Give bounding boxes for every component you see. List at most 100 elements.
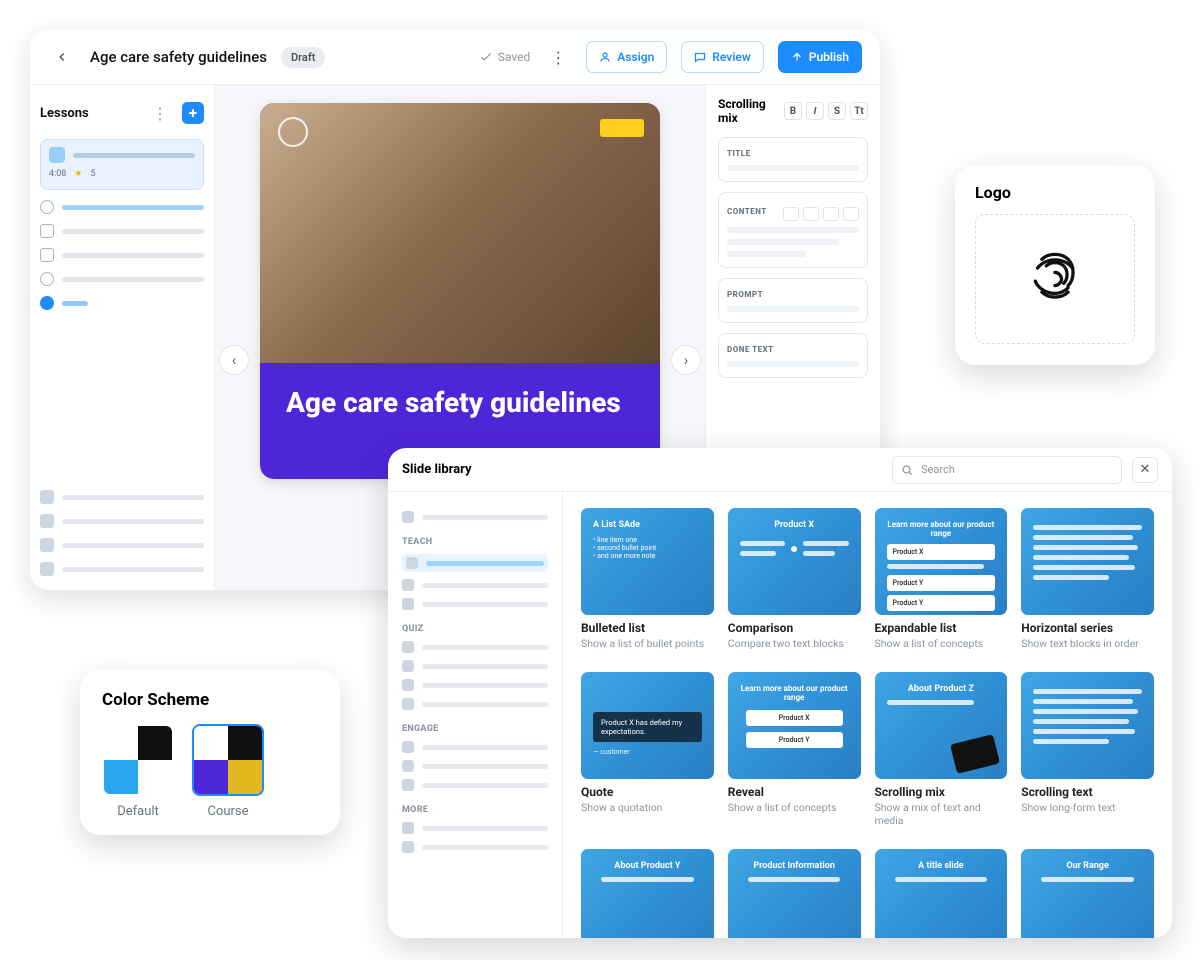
sparkle-icon	[402, 511, 414, 523]
text-style-toolbar: B I S Tt	[784, 102, 868, 120]
template-title: Scrolling text	[1021, 785, 1154, 799]
slide-template-thumb[interactable]	[1021, 672, 1154, 779]
prompt-field-label: PROMPT	[727, 290, 763, 299]
slide-template-thumb[interactable]: Product Information	[728, 849, 861, 938]
library-filter-item[interactable]	[402, 579, 548, 591]
user-icon	[599, 51, 611, 63]
slide-template-thumb[interactable]	[1021, 508, 1154, 615]
upload-icon	[791, 51, 803, 63]
slide-template-thumb[interactable]: Learn more about our product rangeProduc…	[728, 672, 861, 779]
sidebar-footer-item[interactable]	[40, 538, 204, 552]
library-filter-item[interactable]	[402, 779, 548, 791]
lesson-card[interactable]: 4:08 ★ 5	[40, 139, 204, 190]
italic-button[interactable]: I	[806, 102, 824, 120]
lesson-count: 5	[90, 169, 95, 179]
color-scheme-option[interactable]: Course	[192, 724, 264, 819]
template-title: Horizontal series	[1021, 621, 1154, 635]
library-filter-item[interactable]	[402, 660, 548, 672]
color-scheme-option[interactable]: Default	[102, 724, 174, 819]
template-subtitle: Show a quotation	[581, 801, 714, 814]
title-field-label: TITLE	[727, 149, 751, 158]
review-button[interactable]: Review	[681, 41, 763, 73]
strike-button[interactable]: S	[828, 102, 846, 120]
assign-button[interactable]: Assign	[586, 41, 667, 73]
more-menu-button[interactable]: ⋮	[544, 43, 572, 71]
slide-template-thumb[interactable]: A List SAde• line item one• second bulle…	[581, 508, 714, 615]
saved-label: Saved	[498, 50, 530, 64]
palette-icon	[40, 538, 54, 552]
library-filter-item[interactable]	[402, 841, 548, 853]
slide-tree	[40, 200, 204, 310]
add-lesson-button[interactable]: +	[182, 102, 204, 124]
template-subtitle: Compare two text blocks	[728, 637, 861, 650]
slide-tag	[600, 119, 644, 137]
back-button[interactable]	[48, 43, 76, 71]
course-title[interactable]: Age care safety guidelines	[90, 48, 267, 66]
lessons-menu-button[interactable]: ⋮	[146, 99, 174, 127]
template-title: Expandable list	[875, 621, 1008, 635]
library-group-label: TEACH	[402, 537, 548, 547]
slide-template-thumb[interactable]: Our Range	[1021, 849, 1154, 938]
badge-icon	[40, 514, 54, 528]
slide-type-name: Scrolling mix	[718, 97, 778, 125]
bold-button[interactable]: B	[784, 102, 802, 120]
tool-image-icon[interactable]	[803, 207, 819, 221]
logo-dropzone[interactable]	[975, 214, 1135, 344]
publish-button[interactable]: Publish	[778, 41, 862, 73]
title-field[interactable]: TITLE	[718, 137, 868, 182]
slide-template-thumb[interactable]: A title slide	[875, 849, 1008, 938]
textsize-button[interactable]: Tt	[850, 102, 868, 120]
sidebar-footer-item[interactable]	[40, 514, 204, 528]
color-scheme-label: Default	[102, 804, 174, 819]
slide-template-thumb[interactable]: Learn more about our product rangeProduc…	[875, 508, 1008, 615]
library-filter-item[interactable]	[402, 641, 548, 653]
library-group-label: ENGAGE	[402, 724, 548, 734]
slide-image	[260, 103, 660, 363]
lesson-thumb-icon	[49, 147, 65, 163]
library-filter-item[interactable]	[402, 511, 548, 523]
next-slide-button[interactable]: ›	[671, 345, 701, 375]
slide-library-title: Slide library	[402, 462, 472, 477]
slide-library-search[interactable]: Search	[892, 456, 1122, 484]
slide-template-thumb[interactable]: About Product Z	[875, 672, 1008, 779]
template-title: Comparison	[728, 621, 861, 635]
color-scheme-card: Color Scheme Default Course	[80, 670, 340, 835]
library-filter-item[interactable]	[402, 598, 548, 610]
donetext-field[interactable]: DONE TEXT	[718, 333, 868, 378]
tool-heading-icon[interactable]	[783, 207, 799, 221]
library-filter-item[interactable]	[402, 760, 548, 772]
slide-template-thumb[interactable]: Product X	[728, 508, 861, 615]
tool-delete-icon[interactable]	[843, 207, 859, 221]
prev-slide-button[interactable]: ‹	[219, 345, 249, 375]
library-filter-item[interactable]	[402, 554, 548, 572]
library-group-label: MORE	[402, 805, 548, 815]
slide-tree-item[interactable]	[40, 296, 204, 310]
slide-preview[interactable]: Age care safety guidelines	[260, 103, 660, 479]
slide-tree-item[interactable]	[40, 224, 204, 238]
slide-template-thumb[interactable]: About Product Y	[581, 849, 714, 938]
color-scheme-label: Course	[192, 804, 264, 819]
sidebar-footer-item[interactable]	[40, 562, 204, 576]
content-field[interactable]: CONTENT	[718, 192, 868, 268]
library-filter-item[interactable]	[402, 679, 548, 691]
editor-header: Age care safety guidelines Draft Saved ⋮…	[30, 30, 880, 85]
library-filter-item[interactable]	[402, 822, 548, 834]
slide-tree-item[interactable]	[40, 272, 204, 286]
close-library-button[interactable]: ✕	[1132, 457, 1158, 483]
slide-template-thumb[interactable]: Product X has defied my expectations.— c…	[581, 672, 714, 779]
prompt-field[interactable]: PROMPT	[718, 278, 868, 323]
library-filter-item[interactable]	[402, 698, 548, 710]
publish-label: Publish	[809, 50, 849, 64]
template-subtitle: Show a list of concepts	[728, 801, 861, 814]
slide-template-grid: A List SAde• line item one• second bulle…	[563, 492, 1172, 938]
template-subtitle: Show text blocks in order	[1021, 637, 1154, 650]
slide-title-text: Age care safety guidelines	[286, 387, 634, 419]
tool-media-icon[interactable]	[823, 207, 839, 221]
sidebar-footer-item[interactable]	[40, 490, 204, 504]
slide-library-window: Slide library Search ✕ TEACHQUIZENGAGEMO…	[388, 448, 1172, 938]
slide-tree-item[interactable]	[40, 248, 204, 262]
content-field-label: CONTENT	[727, 207, 767, 216]
library-filter-item[interactable]	[402, 741, 548, 753]
template-title: Bulleted list	[581, 621, 714, 635]
slide-tree-item[interactable]	[40, 200, 204, 214]
